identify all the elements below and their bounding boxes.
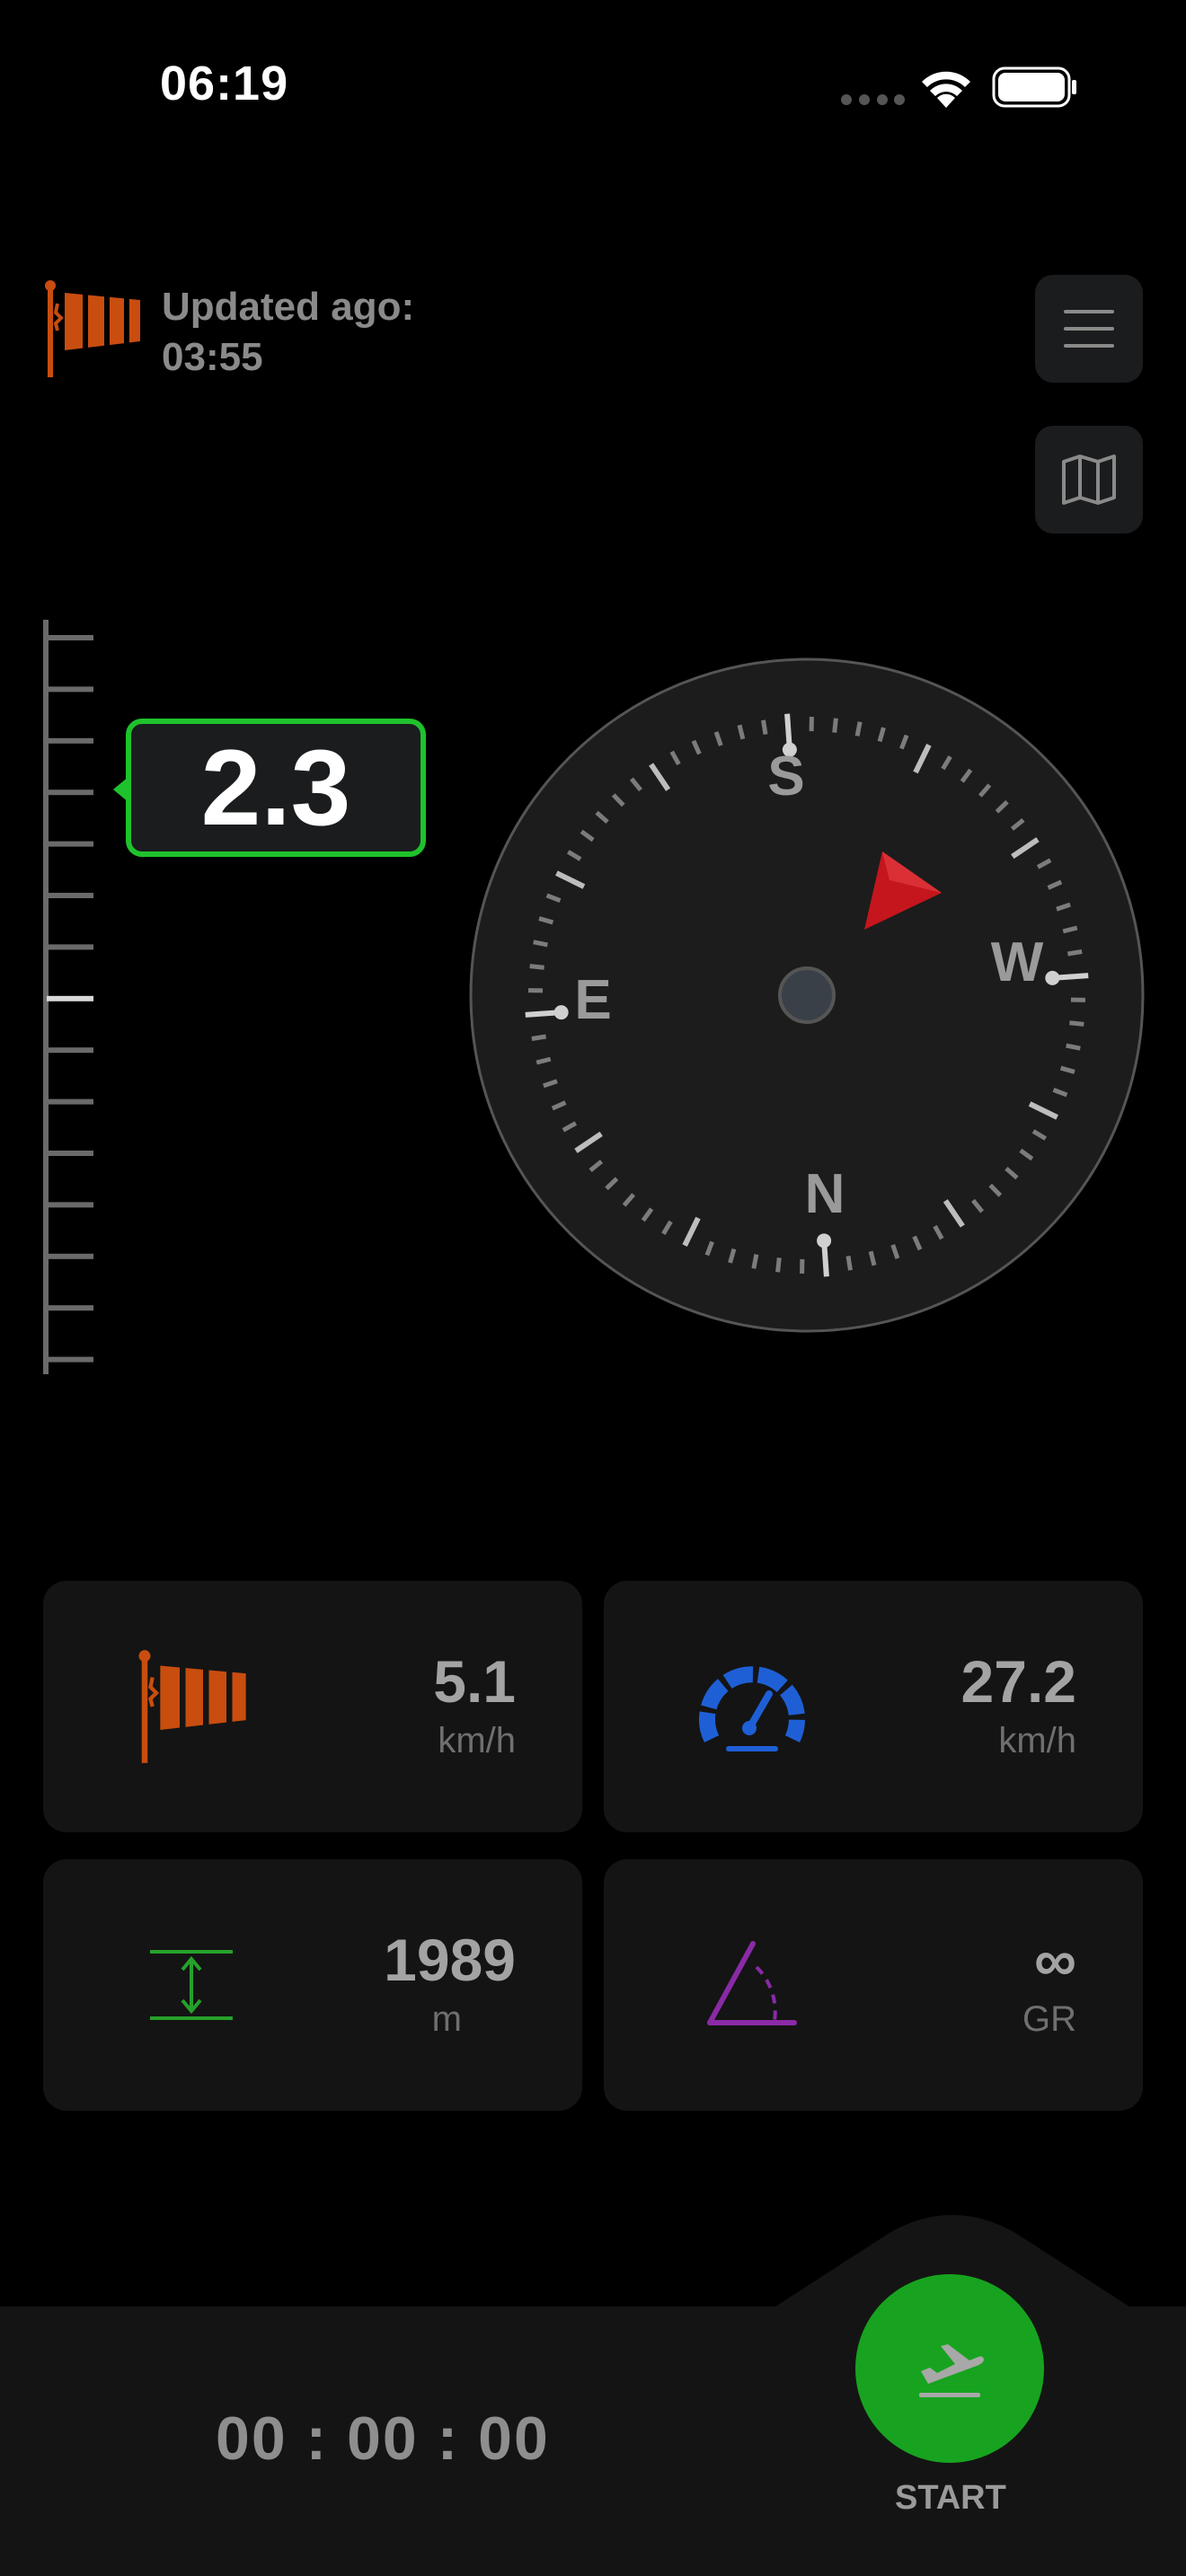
updated-value: 03:55	[162, 335, 263, 379]
menu-button[interactable]	[1035, 275, 1143, 383]
map-icon	[1062, 454, 1116, 505]
compass-label-w: W	[991, 931, 1044, 993]
altitude-unit: m	[431, 1999, 462, 2039]
compass-tick	[854, 721, 863, 737]
compass-tick	[845, 1255, 853, 1271]
status-time: 06:19	[160, 57, 289, 110]
ground-speed-tile: 27.2 km/h	[604, 1581, 1143, 1832]
wifi-icon	[918, 65, 974, 114]
compass-tick	[531, 1034, 547, 1041]
speedometer-icon	[685, 1644, 819, 1769]
compass-tick	[1069, 1020, 1084, 1027]
compass-center	[778, 966, 836, 1024]
compass-tick	[1067, 949, 1083, 957]
vario-tick	[47, 1098, 93, 1105]
start-button[interactable]	[855, 2274, 1044, 2463]
compass-label-n: N	[805, 1163, 845, 1225]
wind-speed-value: 5.1	[433, 1648, 516, 1715]
windsock-icon	[124, 1644, 259, 1769]
vario-tick	[47, 1202, 93, 1208]
compass-tick	[1066, 1043, 1081, 1051]
glide-ratio-tile: ∞ GR	[604, 1859, 1143, 2111]
vario-tick	[47, 1047, 93, 1054]
altitude-value: 1989	[384, 1927, 516, 1993]
updated-label: Updated ago:	[162, 285, 415, 329]
wind-speed-tile: 5.1 km/h	[43, 1581, 582, 1832]
compass-tick	[761, 719, 768, 736]
vario-tick	[47, 1253, 93, 1259]
vario-tick	[47, 1151, 93, 1156]
vario-tick	[47, 737, 93, 744]
compass-tick	[533, 940, 548, 948]
vario-tick	[47, 635, 93, 640]
vario-tick	[47, 893, 93, 898]
vario-tick	[47, 944, 93, 950]
compass-tick	[529, 964, 544, 970]
vario-zero-tick	[47, 995, 93, 1001]
vario-display: 2.3	[126, 719, 426, 857]
battery-icon	[992, 66, 1078, 112]
vario-tick	[47, 1356, 93, 1363]
ground-speed-value: 27.2	[960, 1648, 1076, 1715]
vario-tick	[47, 841, 93, 847]
compass-label-e: E	[574, 969, 611, 1031]
altitude-tile: 1989 m	[43, 1859, 582, 2111]
compass: S W N E	[469, 657, 1145, 1333]
compass-tick	[775, 1257, 782, 1273]
glide-angle-icon	[685, 1922, 819, 2048]
vario-tick	[47, 790, 93, 796]
compass-cardinal-dot	[553, 1005, 569, 1020]
vario-value: 2.3	[200, 728, 351, 848]
altitude-icon	[124, 1922, 259, 2048]
glide-ratio-unit: GR	[1022, 1999, 1076, 2039]
map-button[interactable]	[1035, 426, 1143, 534]
start-label: START	[895, 2479, 1006, 2517]
compass-cardinal-dot	[817, 1233, 832, 1248]
ground-speed-unit: km/h	[998, 1721, 1076, 1760]
compass-label-s: S	[767, 745, 804, 807]
compass-cardinal-dot	[1045, 970, 1060, 985]
hamburger-icon	[1064, 310, 1114, 348]
compass-tick	[832, 718, 838, 733]
glide-ratio-value: ∞	[1033, 1927, 1076, 1993]
windsock-icon	[40, 278, 147, 384]
vario-tick	[47, 1305, 93, 1311]
compass-tick	[751, 1254, 759, 1269]
vario-scale	[43, 620, 93, 1374]
vario-tick	[47, 686, 93, 693]
cellular-icon	[840, 93, 905, 110]
flight-timer: 00 : 00 : 00	[216, 2404, 550, 2473]
wind-speed-unit: km/h	[438, 1721, 516, 1760]
takeoff-icon	[919, 2344, 984, 2397]
